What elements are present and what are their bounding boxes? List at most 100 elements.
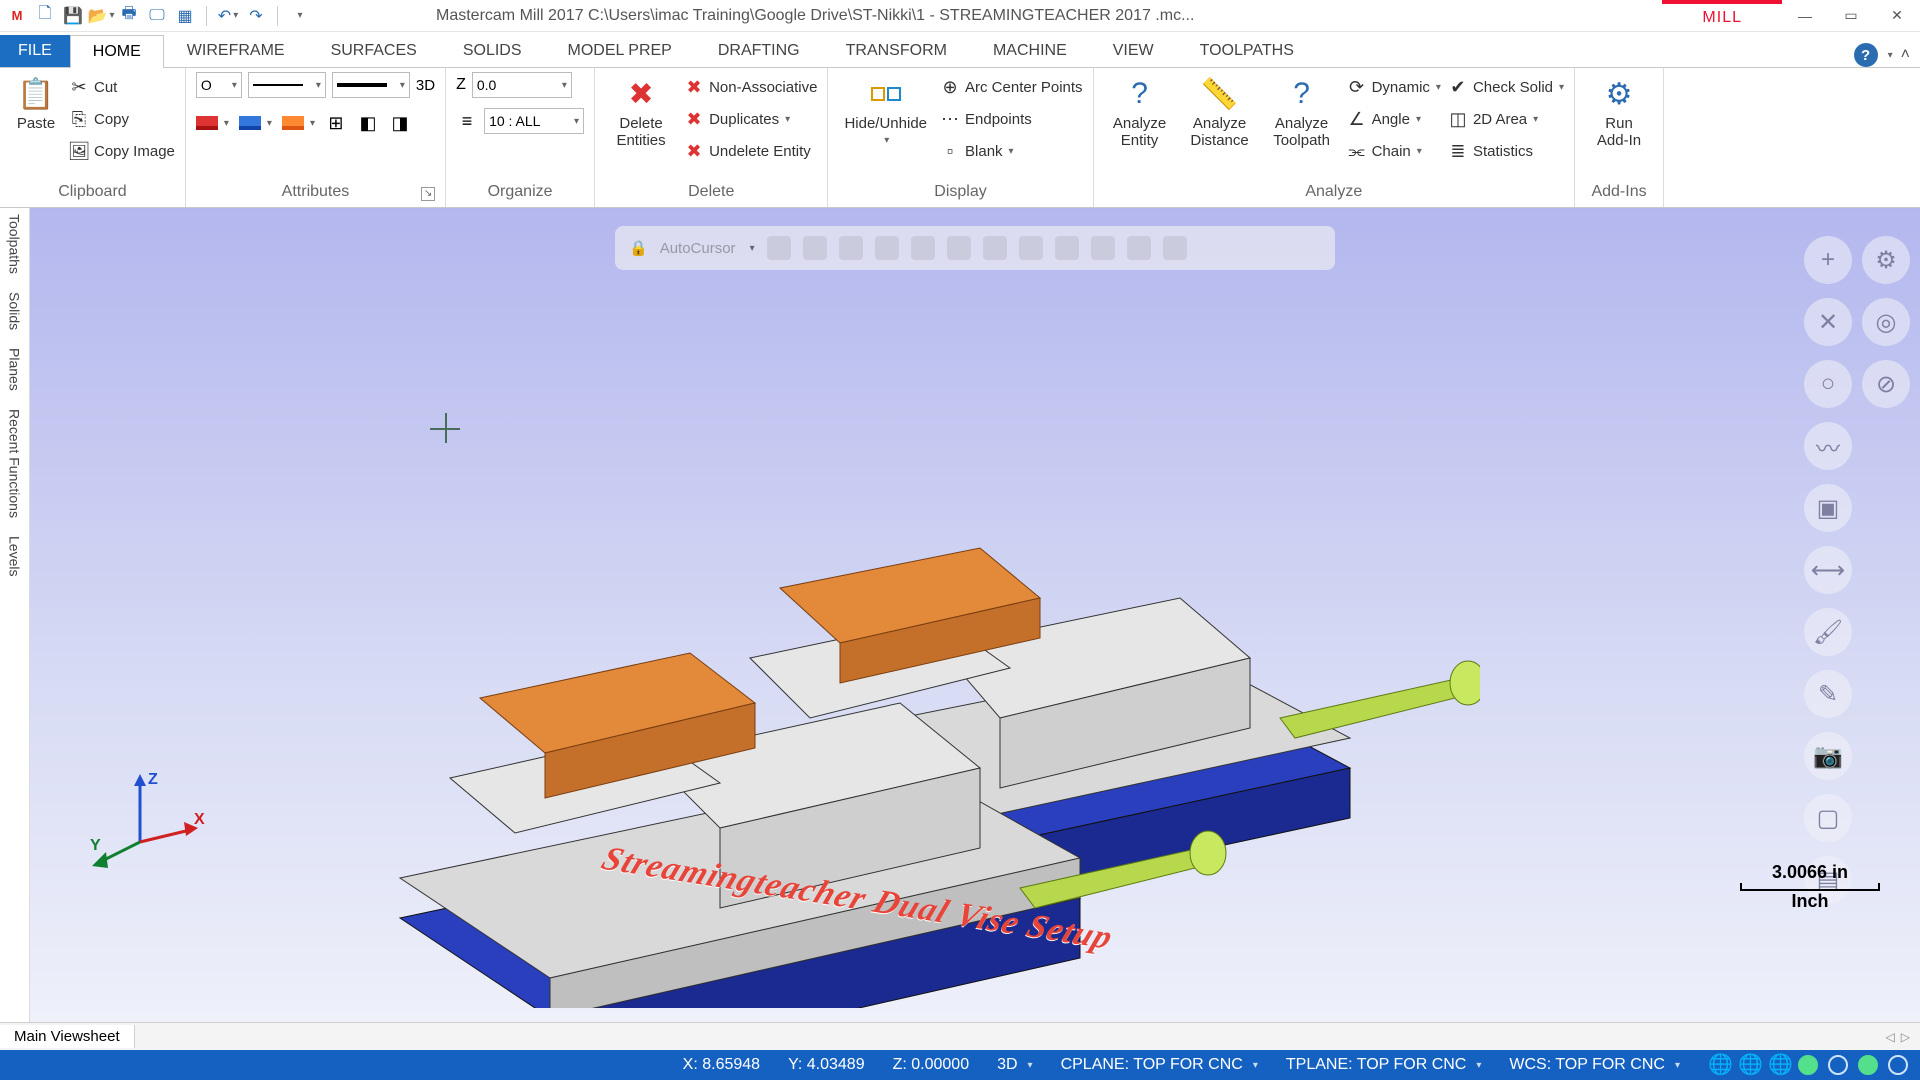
ft-icon[interactable] [803, 236, 827, 260]
level-combo[interactable]: 10 : ALL▾ [484, 108, 584, 134]
rq-pencil-icon[interactable]: ✎ [1804, 670, 1852, 718]
line-style-combo[interactable]: ▾ [248, 72, 326, 98]
undelete-button[interactable]: ✖Undelete Entity [683, 136, 817, 166]
tab-wireframe[interactable]: WIREFRAME [164, 34, 308, 67]
ft-icon[interactable] [947, 236, 971, 260]
status-light-icon[interactable] [1828, 1055, 1848, 1075]
tab-transform[interactable]: TRANSFORM [823, 34, 970, 67]
graphics-viewport[interactable]: 🔒 AutoCursor ▾ +⚙ ✕◎ ○⊘ 〰 ▣ ⟷ 🖌 ✎ 📷 [30, 208, 1920, 1022]
rq-line-icon[interactable]: ⟷ [1804, 546, 1852, 594]
tab-toolpaths[interactable]: TOOLPATHS [1177, 34, 1317, 67]
line-width-combo[interactable]: ▾ [332, 72, 410, 98]
rq-gear-icon[interactable]: ⚙ [1862, 236, 1910, 284]
wire-globe-icon[interactable]: 🌐 [1738, 1055, 1758, 1075]
status-wcs[interactable]: WCS: TOP FOR CNC▾ [1509, 1056, 1680, 1074]
cut-button[interactable]: ✂Cut [68, 72, 175, 102]
attr-tool3-icon[interactable]: ◨ [389, 112, 411, 134]
endpoints-button[interactable]: ⋯Endpoints [939, 104, 1083, 134]
rq-nocircle-icon[interactable]: ⊘ [1862, 360, 1910, 408]
collapse-ribbon-icon[interactable]: ˄ [1901, 46, 1910, 64]
wire-globe-icon[interactable]: 🌐 [1708, 1055, 1728, 1075]
ft-icon[interactable] [767, 236, 791, 260]
status-light-icon[interactable] [1858, 1055, 1878, 1075]
status-z[interactable]: Z: 0.00000 [893, 1056, 970, 1074]
rq-cross-icon[interactable]: ✕ [1804, 298, 1852, 346]
status-light-icon[interactable] [1798, 1055, 1818, 1075]
run-addin-button[interactable]: ⚙ Run Add-In [1585, 72, 1653, 151]
minimize-button[interactable]: — [1782, 0, 1828, 32]
duplicates-button[interactable]: ✖Duplicates▾ [683, 104, 817, 134]
attributes-launcher-icon[interactable]: ↘ [421, 187, 435, 201]
sidetab-toolpaths[interactable]: Toolpaths [7, 214, 23, 274]
help-icon[interactable]: ? [1854, 43, 1878, 67]
rq-circle-icon[interactable]: ○ [1804, 360, 1852, 408]
open-icon[interactable]: 📂▾ [90, 5, 112, 27]
rq-camera-icon[interactable]: 📷 [1804, 732, 1852, 780]
lock-icon[interactable]: 🔒 [629, 239, 648, 257]
status-cplane[interactable]: CPLANE: TOP FOR CNC▾ [1061, 1056, 1258, 1074]
status-tplane[interactable]: TPLANE: TOP FOR CNC▾ [1286, 1056, 1482, 1074]
analyze-toolpath-button[interactable]: ? Analyze Toolpath [1264, 72, 1340, 151]
sidetab-solids[interactable]: Solids [7, 292, 23, 330]
tab-machine[interactable]: MACHINE [970, 34, 1090, 67]
ft-icon[interactable] [1127, 236, 1151, 260]
color-orange-button[interactable]: ▾ [282, 108, 315, 138]
point-style-combo[interactable]: O▾ [196, 72, 242, 98]
ft-icon[interactable] [1163, 236, 1187, 260]
z-value-combo[interactable]: 0.0▾ [472, 72, 572, 98]
wire-globe-icon[interactable]: 🌐 [1768, 1055, 1788, 1075]
color-blue-button[interactable]: ▾ [239, 108, 272, 138]
redo-icon[interactable]: ↷ [245, 5, 267, 27]
check-solid-button[interactable]: ✔Check Solid▾ [1447, 72, 1564, 102]
rq-cube-icon[interactable]: ▣ [1804, 484, 1852, 532]
attr-tool2-icon[interactable]: ◧ [357, 112, 379, 134]
non-associative-button[interactable]: ✖Non-Associative [683, 72, 817, 102]
ft-icon[interactable] [911, 236, 935, 260]
print-icon[interactable]: 🖶 [118, 5, 140, 27]
tab-home[interactable]: HOME [70, 35, 164, 68]
autocursor-label[interactable]: AutoCursor [660, 240, 736, 257]
copy-button[interactable]: ⎘Copy [68, 104, 175, 134]
help-dropdown-icon[interactable]: ▾ [1886, 50, 1893, 61]
close-button[interactable]: ✕ [1874, 0, 1920, 32]
copy-image-button[interactable]: 🖼Copy Image [68, 136, 175, 166]
status-y[interactable]: Y: 4.03489 [788, 1056, 865, 1074]
undo-icon[interactable]: ↶▾ [217, 5, 239, 27]
statistics-button[interactable]: ≣Statistics [1447, 136, 1564, 166]
tab-model-prep[interactable]: MODEL PREP [545, 34, 695, 67]
sidetab-levels[interactable]: Levels [7, 536, 23, 576]
ft-icon[interactable] [839, 236, 863, 260]
ft-icon[interactable] [1019, 236, 1043, 260]
ft-icon[interactable] [1091, 236, 1115, 260]
dynamic-button[interactable]: ⟳Dynamic▾ [1346, 72, 1441, 102]
file-tab[interactable]: FILE [0, 35, 70, 67]
rq-plus-icon[interactable]: + [1804, 236, 1852, 284]
arc-center-button[interactable]: ⊕Arc Center Points [939, 72, 1083, 102]
tab-drafting[interactable]: DRAFTING [695, 34, 823, 67]
rq-target-icon[interactable]: ◎ [1862, 298, 1910, 346]
chain-button[interactable]: ⫘Chain▾ [1346, 136, 1441, 166]
viewsheet-scroll-right-icon[interactable]: ▷ [1901, 1030, 1910, 1044]
maximize-button[interactable]: ▭ [1828, 0, 1874, 32]
qat-customize-icon[interactable]: ▾ [288, 5, 310, 27]
rq-paint-icon[interactable]: 🖌 [1804, 608, 1852, 656]
analyze-entity-button[interactable]: ? Analyze Entity [1104, 72, 1176, 151]
analyze-distance-button[interactable]: 📏 Analyze Distance [1182, 72, 1258, 151]
ft-icon[interactable] [1055, 236, 1079, 260]
screenshot-icon[interactable]: 🖵 [146, 5, 168, 27]
context-tab-mill[interactable]: MILL [1662, 0, 1782, 31]
3d-toggle[interactable]: 3D [416, 77, 435, 94]
hide-unhide-button[interactable]: Hide/Unhide ▾ [838, 72, 933, 148]
sidetab-planes[interactable]: Planes [7, 348, 23, 391]
paste-button[interactable]: 📋 Paste [10, 72, 62, 135]
viewsheet-tab-main[interactable]: Main Viewsheet [0, 1025, 135, 1048]
attr-tool1-icon[interactable]: ⊞ [325, 112, 347, 134]
viewsheet-scroll-left-icon[interactable]: ◁ [1886, 1030, 1895, 1044]
2d-area-button[interactable]: ◫2D Area▾ [1447, 104, 1564, 134]
floating-selection-toolbar[interactable]: 🔒 AutoCursor ▾ [615, 226, 1335, 270]
sidetab-recent[interactable]: Recent Functions [7, 409, 23, 518]
color-red-button[interactable]: ▾ [196, 108, 229, 138]
new-icon[interactable]: 🗋 [34, 5, 56, 27]
tab-view[interactable]: VIEW [1090, 34, 1177, 67]
rq-wave-icon[interactable]: 〰 [1804, 422, 1852, 470]
